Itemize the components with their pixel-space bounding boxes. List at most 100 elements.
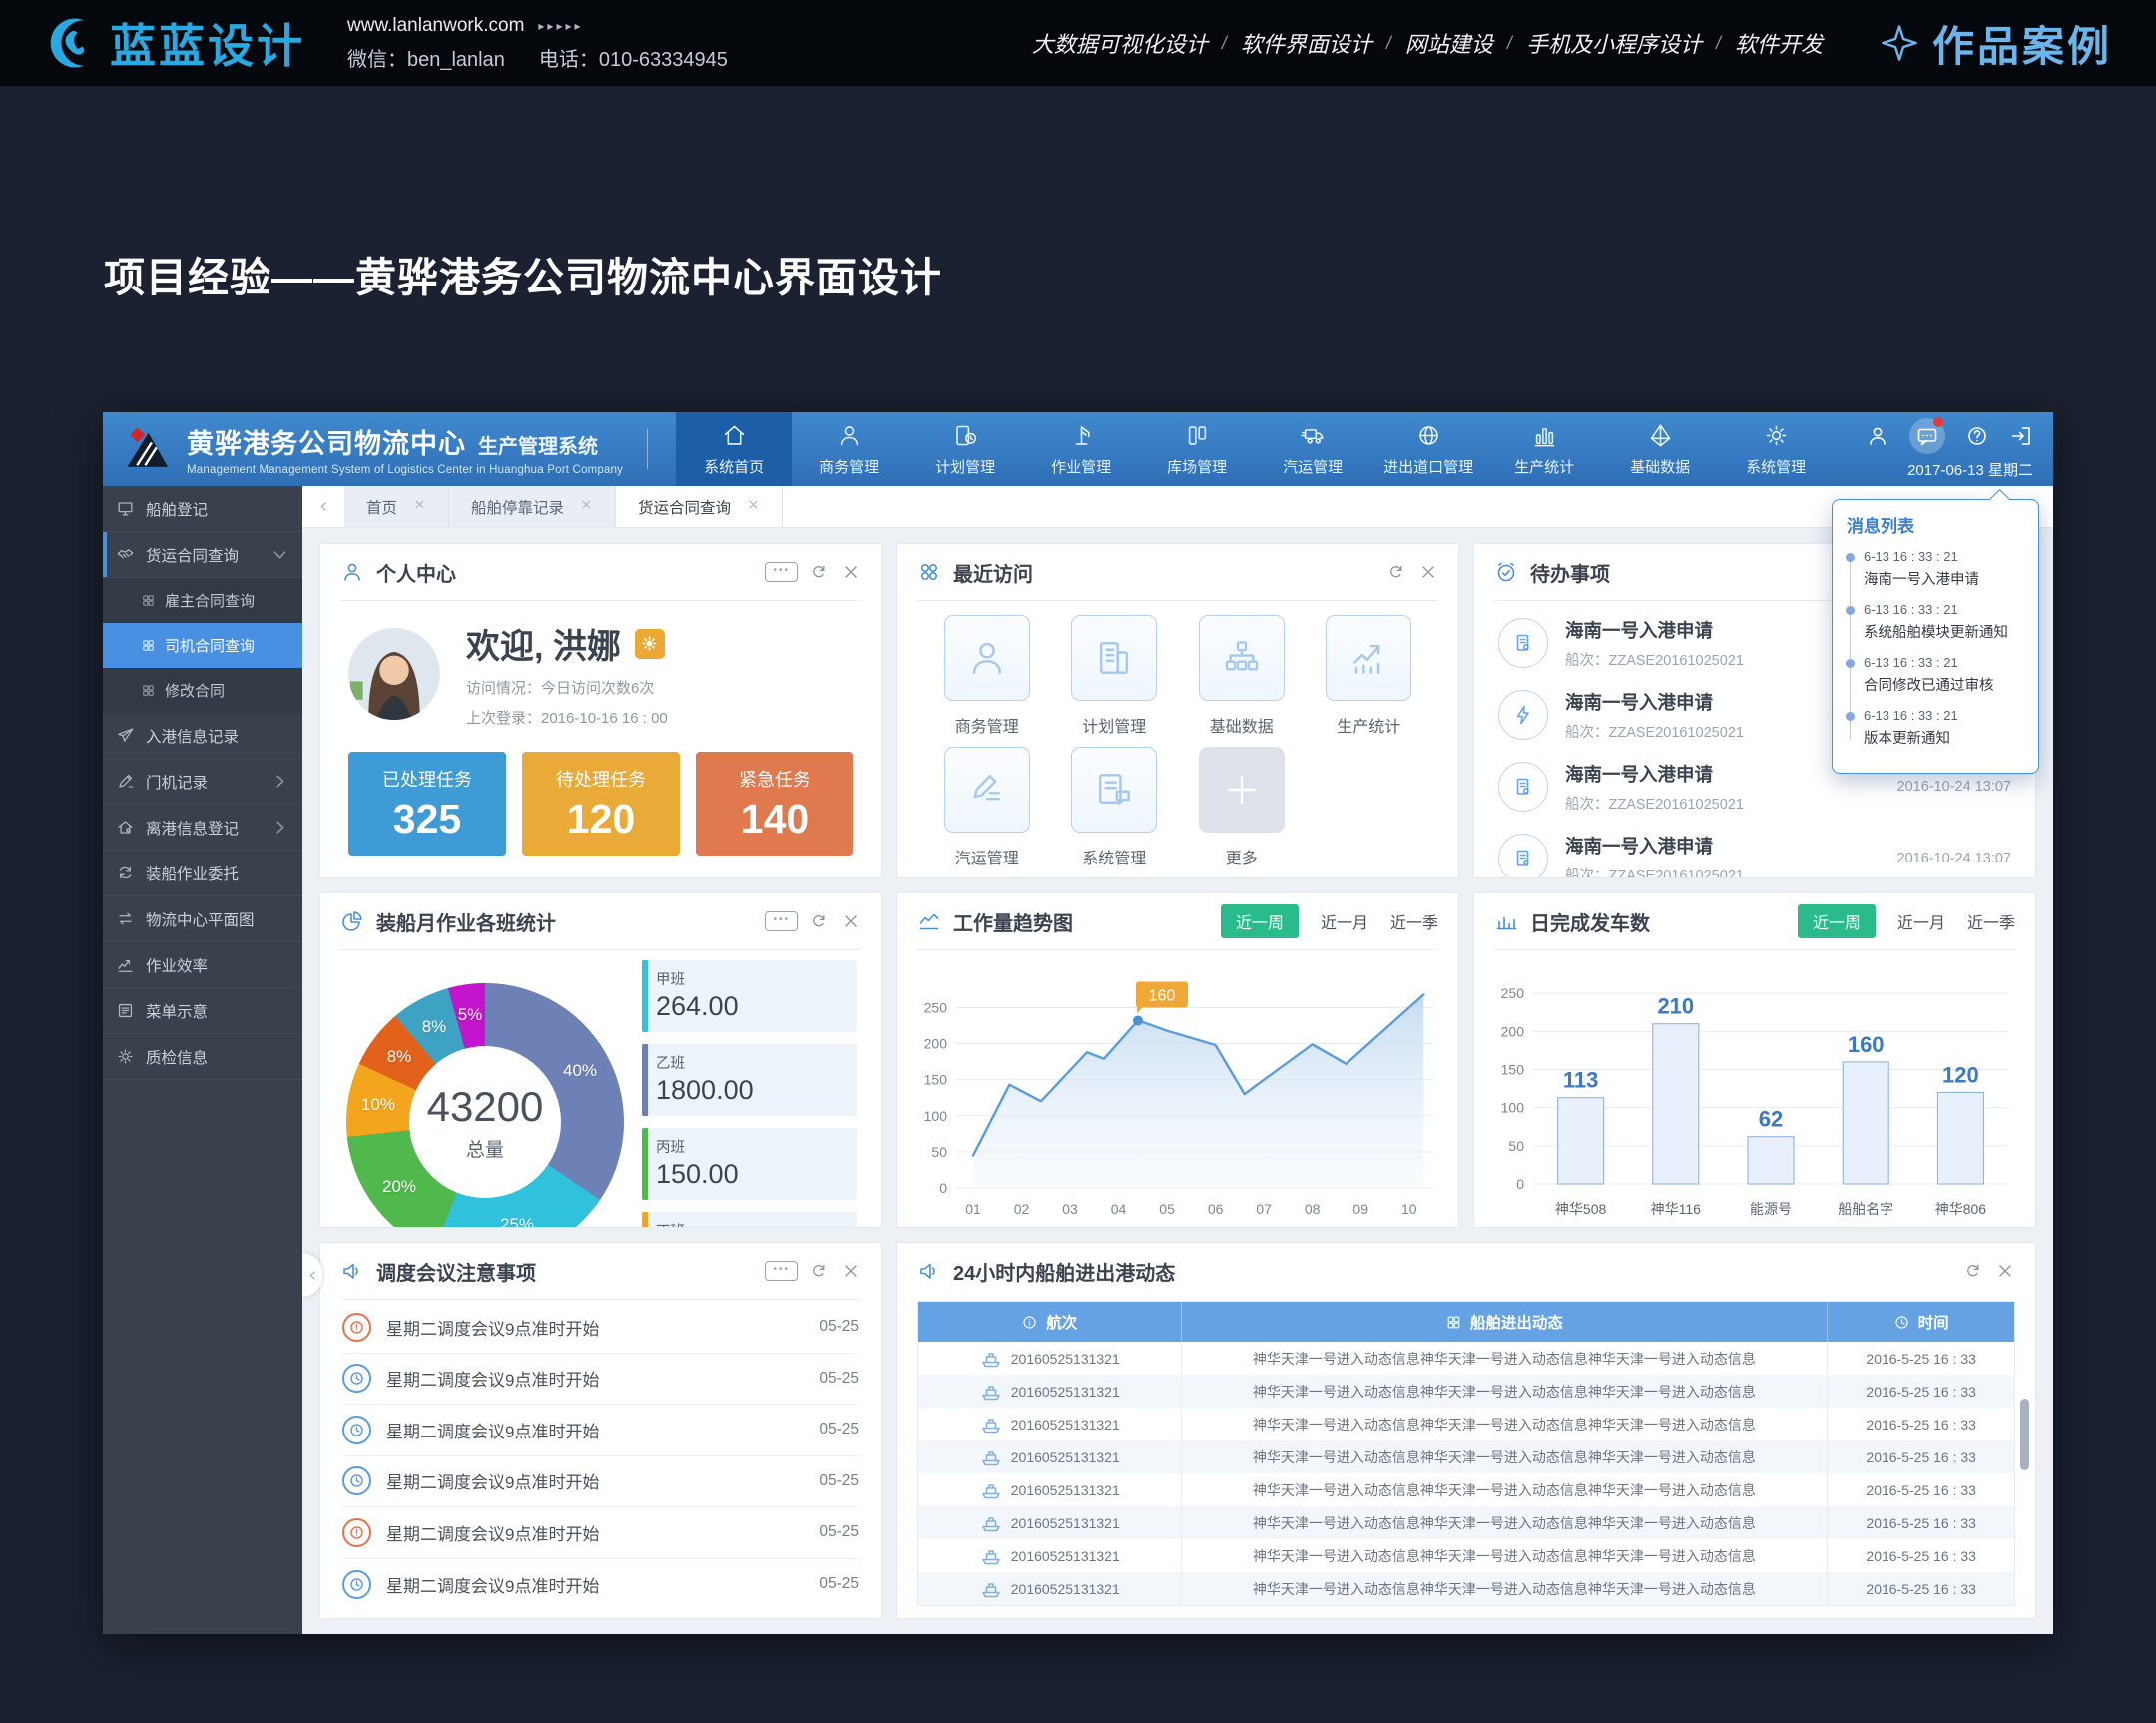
workload-filter-0[interactable]: 近一周 bbox=[1221, 904, 1299, 938]
nav-item-8[interactable]: 基础数据 bbox=[1602, 412, 1718, 486]
sidebar-item-6[interactable]: 物流中心平面图 bbox=[103, 896, 302, 942]
sidebar-item-2[interactable]: 入港信息记录 bbox=[103, 713, 302, 759]
nav-item-7[interactable]: 生产统计 bbox=[1486, 412, 1602, 486]
site-menu-item-0[interactable]: 大数据可视化设计 bbox=[1032, 27, 1208, 59]
nav-item-9[interactable]: 系统管理 bbox=[1718, 412, 1834, 486]
more-button[interactable]: ••• bbox=[765, 911, 798, 931]
table-row-4[interactable]: 20160525131321 神华天津一号进入动态信息神华天津一号进入动态信息神… bbox=[918, 1473, 2014, 1506]
recent-item-3[interactable]: 生产统计 bbox=[1306, 615, 1433, 737]
departures-filter-0[interactable]: 近一周 bbox=[1798, 904, 1876, 938]
sidebar-item-7[interactable]: 作业效率 bbox=[103, 942, 302, 988]
todo-item-3[interactable]: 海南一号入港申请 船次：ZZASE20161025021 2016-10-24 … bbox=[1498, 823, 2011, 878]
recent-item-2[interactable]: 基础数据 bbox=[1178, 615, 1306, 737]
table-row-0[interactable]: 20160525131321 神华天津一号进入动态信息神华天津一号进入动态信息神… bbox=[918, 1342, 2014, 1375]
tab-0[interactable]: 首页 bbox=[344, 486, 449, 527]
stat-tile-2[interactable]: 紧急任务 140 bbox=[696, 752, 853, 856]
list-icon bbox=[116, 1001, 135, 1020]
tab-close-icon[interactable] bbox=[580, 498, 593, 516]
recent-item-1[interactable]: 计划管理 bbox=[1051, 615, 1179, 737]
svg-text:160: 160 bbox=[1848, 1032, 1885, 1057]
site-menu-item-3[interactable]: 手机及小程序设计 bbox=[1526, 27, 1702, 59]
nav-item-5[interactable]: 汽运管理 bbox=[1255, 412, 1370, 486]
close-button[interactable] bbox=[841, 1261, 861, 1281]
table-row-2[interactable]: 20160525131321 神华天津一号进入动态信息神华天津一号进入动态信息神… bbox=[918, 1408, 2014, 1440]
site-url[interactable]: www.lanlanwork.com bbox=[347, 15, 524, 37]
refresh-button[interactable] bbox=[1386, 562, 1406, 582]
refresh-button[interactable] bbox=[809, 1261, 829, 1281]
close-button[interactable] bbox=[841, 911, 861, 931]
popup-message-2[interactable]: 6-13 16 : 33 : 21 合同修改已通过审核 bbox=[1833, 655, 2028, 708]
table-row-5[interactable]: 20160525131321 神华天津一号进入动态信息神华天津一号进入动态信息神… bbox=[918, 1506, 2014, 1539]
stat-tile-1[interactable]: 待处理任务 120 bbox=[522, 752, 680, 856]
nav-item-4[interactable]: 库场管理 bbox=[1139, 412, 1255, 486]
refresh-button[interactable] bbox=[1963, 1261, 1983, 1281]
nav-item-1[interactable]: 商务管理 bbox=[792, 412, 907, 486]
nav-item-2[interactable]: 计划管理 bbox=[907, 412, 1023, 486]
question-icon bbox=[1965, 424, 1989, 448]
meeting-item-4[interactable]: 星期二调度会议9点准时开始 05-25 bbox=[342, 1507, 859, 1559]
close-button[interactable] bbox=[1995, 1261, 2015, 1281]
tabs-scroll-left[interactable] bbox=[302, 486, 344, 527]
site-menu-item-4[interactable]: 软件开发 bbox=[1735, 27, 1823, 59]
portfolio-link[interactable]: 作品案例 bbox=[1879, 13, 2112, 74]
refresh-button[interactable] bbox=[809, 911, 829, 931]
card-title: 24小时内船舶进出港动态 bbox=[953, 1257, 1175, 1286]
tab-close-icon[interactable] bbox=[747, 498, 760, 516]
sidebar-item-9[interactable]: 质检信息 bbox=[103, 1034, 302, 1080]
stat-tile-0[interactable]: 已处理任务 325 bbox=[348, 752, 506, 856]
more-button[interactable]: ••• bbox=[765, 1261, 798, 1281]
sidebar-item-5[interactable]: 装船作业委托 bbox=[103, 851, 302, 896]
refresh-button[interactable] bbox=[809, 562, 829, 582]
sidebar-item-3[interactable]: 门机记录 bbox=[103, 759, 302, 805]
tab-close-icon[interactable] bbox=[413, 498, 426, 516]
tab-2[interactable]: 货运合同查询 bbox=[616, 486, 783, 527]
sidebar-item-1[interactable]: 货运合同查询 bbox=[103, 532, 302, 578]
legend-item-0: 甲班264.00 bbox=[642, 960, 857, 1032]
donut-segment-label: 25% bbox=[500, 1215, 534, 1228]
help-button[interactable] bbox=[1965, 424, 1989, 448]
recent-item-5[interactable]: 系统管理 bbox=[1051, 747, 1179, 868]
donut-segment-label: 10% bbox=[361, 1095, 395, 1115]
site-menu-item-1[interactable]: 软件界面设计 bbox=[1241, 27, 1372, 59]
sidebar-subitem-1-1[interactable]: 司机合同查询 bbox=[103, 623, 302, 668]
nav-item-0[interactable]: 系统首页 bbox=[676, 412, 792, 486]
workload-filter-2[interactable]: 近一季 bbox=[1390, 909, 1438, 933]
clock-icon bbox=[1893, 1314, 1910, 1331]
table-row-3[interactable]: 20160525131321 神华天津一号进入动态信息神华天津一号进入动态信息神… bbox=[918, 1440, 2014, 1473]
logout-button[interactable] bbox=[2009, 424, 2033, 448]
table-row-7[interactable]: 20160525131321 神华天津一号进入动态信息神华天津一号进入动态信息神… bbox=[918, 1572, 2014, 1605]
table-row-1[interactable]: 20160525131321 神华天津一号进入动态信息神华天津一号进入动态信息神… bbox=[918, 1375, 2014, 1408]
sidebar-subitem-1-0[interactable]: 雇主合同查询 bbox=[103, 578, 302, 623]
user-account-button[interactable] bbox=[1866, 424, 1889, 448]
recent-item-0[interactable]: 商务管理 bbox=[923, 615, 1051, 737]
departures-filter-1[interactable]: 近一月 bbox=[1897, 909, 1945, 933]
popup-message-3[interactable]: 6-13 16 : 33 : 21 版本更新通知 bbox=[1833, 708, 2028, 761]
departures-filter-2[interactable]: 近一季 bbox=[1967, 909, 2015, 933]
recent-item-4[interactable]: 汽运管理 bbox=[923, 747, 1051, 868]
meeting-item-3[interactable]: 星期二调度会议9点准时开始 05-25 bbox=[342, 1456, 859, 1508]
close-button[interactable] bbox=[841, 562, 861, 582]
nav-item-6[interactable]: 进出道口管理 bbox=[1370, 412, 1486, 486]
site-menu-item-2[interactable]: 网站建设 bbox=[1405, 27, 1493, 59]
close-button[interactable] bbox=[1418, 562, 1438, 582]
popup-message-1[interactable]: 6-13 16 : 33 : 21 系统船舶模块更新通知 bbox=[1833, 602, 2028, 655]
recent-item-6[interactable]: 更多 bbox=[1178, 747, 1306, 868]
sidebar-item-4[interactable]: 离港信息登记 bbox=[103, 805, 302, 851]
meeting-item-1[interactable]: 星期二调度会议9点准时开始 05-25 bbox=[342, 1354, 859, 1406]
table-scrollbar[interactable] bbox=[2020, 1399, 2029, 1470]
more-button[interactable]: ••• bbox=[765, 562, 798, 582]
messages-button[interactable] bbox=[1909, 418, 1945, 454]
legend-item-2: 丙班150.00 bbox=[642, 1128, 857, 1200]
tab-1[interactable]: 船舶停靠记录 bbox=[449, 486, 616, 527]
meeting-item-0[interactable]: 星期二调度会议9点准时开始 05-25 bbox=[342, 1302, 859, 1354]
sidebar-subitem-1-2[interactable]: 修改合同 bbox=[103, 668, 302, 713]
sidebar-item-8[interactable]: 菜单示意 bbox=[103, 988, 302, 1034]
nav-item-3[interactable]: 作业管理 bbox=[1023, 412, 1139, 486]
table-row-6[interactable]: 20160525131321 神华天津一号进入动态信息神华天津一号进入动态信息神… bbox=[918, 1539, 2014, 1572]
sidebar-item-0[interactable]: 船舶登记 bbox=[103, 486, 302, 532]
workload-filter-1[interactable]: 近一月 bbox=[1321, 909, 1368, 933]
popup-message-0[interactable]: 6-13 16 : 33 : 21 海南一号入港申请 bbox=[1833, 549, 2028, 602]
meeting-item-5[interactable]: 星期二调度会议9点准时开始 05-25 bbox=[342, 1559, 859, 1611]
site-logo[interactable]: 蓝蓝设计 bbox=[44, 10, 305, 76]
meeting-item-2[interactable]: 星期二调度会议9点准时开始 05-25 bbox=[342, 1405, 859, 1456]
